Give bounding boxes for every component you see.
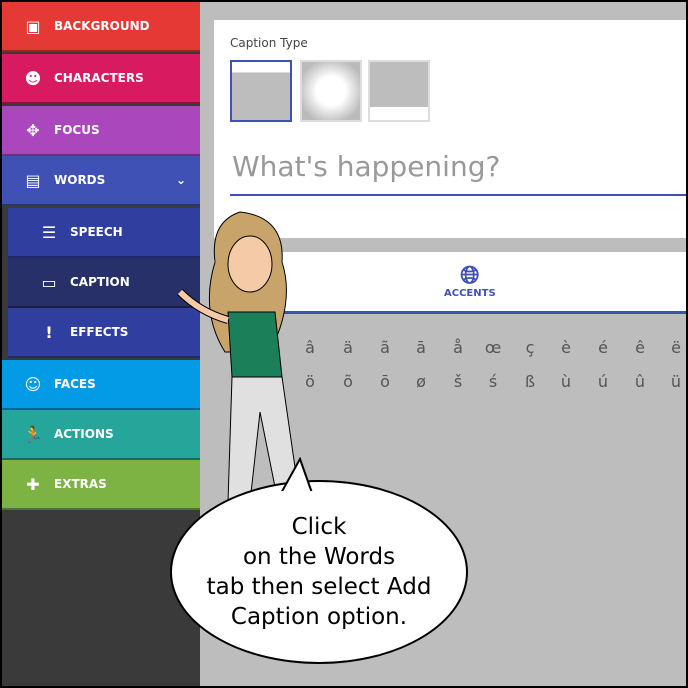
accent-char[interactable]: ü [664,372,686,391]
accent-char[interactable]: ã [373,338,397,357]
sidebar-item-background[interactable]: ▣ BACKGROUND [2,2,200,52]
face-icon: ☻ [24,68,42,88]
list-icon: ☰ [41,222,57,242]
accent-char[interactable]: ś [481,372,505,391]
label: SPEECH [70,225,123,239]
accent-char[interactable]: ß [518,372,542,391]
accent-char[interactable]: è [554,338,578,357]
accent-char[interactable]: ú [591,372,615,391]
chevron-down-icon: ⌄ [175,173,186,187]
label: BACKGROUND [54,19,150,33]
bubble-line: Caption option. [230,604,408,630]
sidebar-item-characters[interactable]: ☻ CHARACTERS [2,54,200,104]
tab-accents-label: ACCENTS [444,288,496,299]
frame: ▣ BACKGROUND ☻ CHARACTERS ✥ FOCUS ▤ WORDS ⌄ ☰… [2,2,686,686]
image-icon: ▣ [25,16,41,36]
accent-char[interactable]: ê [628,338,652,357]
label: EXTRAS [54,477,107,491]
accent-char[interactable]: ø [409,372,433,391]
bubble-line: Click [291,514,347,540]
sidebar-item-words[interactable]: ▤ WORDS ⌄ [2,156,200,206]
caption-type-burst[interactable] [300,60,362,122]
accent-char[interactable]: û [628,372,652,391]
accent-char[interactable]: ë [664,338,686,357]
label: FACES [54,377,96,391]
label: FOCUS [54,123,100,137]
accent-char[interactable]: š [446,372,470,391]
label: CHARACTERS [54,71,144,85]
exclamation-icon: ! [45,322,53,342]
smile-icon: ☺ [24,374,42,394]
caption-type-top[interactable] [230,60,292,122]
caption-text-input[interactable]: What's happening? [230,150,686,196]
caption-type-title: Caption Type [230,36,308,50]
accent-char[interactable]: ç [518,338,542,357]
caption-type-bottom[interactable] [368,60,430,122]
speech-bubble-tail [278,457,316,497]
sidebar-item-focus[interactable]: ✥ FOCUS [2,106,200,156]
run-icon: 🏃 [23,424,43,444]
speech-bubble: Click on the Words tab then select Add C… [170,480,468,664]
accent-char[interactable]: é [591,338,615,357]
label: WORDS [54,173,106,187]
label: ACTIONS [54,427,114,441]
bubble-line: tab then select Add [206,574,432,600]
accent-char[interactable]: õ [336,372,360,391]
accent-char[interactable]: œ [481,338,505,357]
accent-char[interactable]: ō [373,372,397,391]
accent-char[interactable]: ä [336,338,360,357]
message-icon: ▤ [25,170,41,190]
label: EFFECTS [70,325,129,339]
puzzle-icon: ✚ [26,474,40,494]
accent-char[interactable]: ā [409,338,433,357]
accent-char[interactable]: ù [554,372,578,391]
globe-icon: 🌐︎ [460,261,480,289]
label: CAPTION [70,275,130,289]
window-icon: ▭ [41,272,57,292]
tab-accents[interactable]: 🌐︎ ACCENTS [444,262,496,299]
accent-char[interactable]: å [446,338,470,357]
bubble-line: on the Words [242,544,396,570]
move-icon: ✥ [26,120,40,140]
